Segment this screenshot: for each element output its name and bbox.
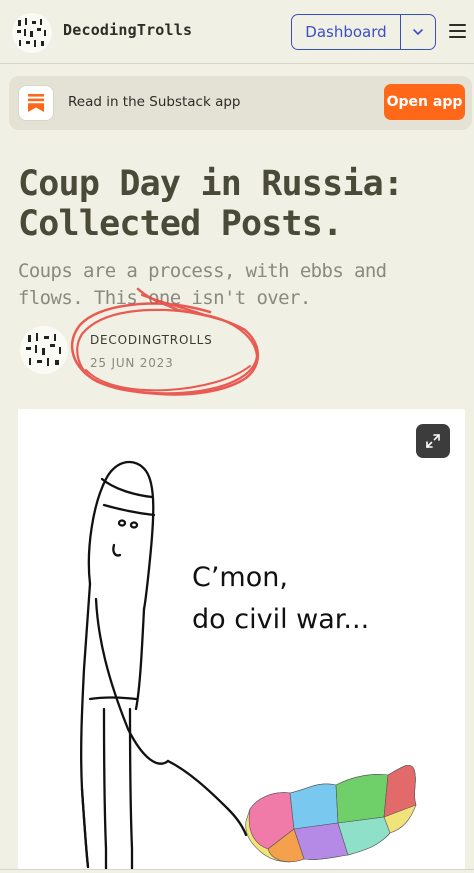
post-image[interactable]: C’mon, do civil war... (18, 409, 465, 869)
publication-logo[interactable] (12, 13, 52, 53)
meme-caption: C’mon, do civil war... (192, 557, 369, 641)
scribble-pattern-logo-icon (17, 18, 46, 47)
hamburger-menu-button[interactable] (447, 20, 469, 44)
substack-bookmark-icon (28, 94, 44, 112)
dashboard-button-group: Dashboard (291, 14, 436, 50)
scribble-pattern-avatar-icon (26, 333, 61, 366)
post-subtitle: Coups are a process, with ebbs and flows… (18, 260, 387, 309)
substack-app-icon (18, 85, 54, 121)
substack-app-banner: Read in the Substack app Open app (9, 76, 472, 130)
publication-name[interactable]: DecodingTrolls (63, 21, 192, 39)
top-header: DecodingTrolls Dashboard (0, 0, 474, 64)
dashboard-dropdown-button[interactable] (400, 15, 435, 49)
author-name-link[interactable]: DECODINGTROLLS (90, 333, 213, 347)
hamburger-menu-icon (449, 24, 466, 26)
hamburger-bar (449, 30, 466, 32)
post-date: 25 JUN 2023 (90, 356, 174, 370)
post-title: Coup Day in Russia: Collected Posts. (18, 164, 404, 244)
expand-image-button[interactable] (416, 424, 450, 458)
meme-caption-line2: do civil war... (192, 604, 370, 635)
expand-icon (426, 434, 440, 448)
author-avatar[interactable] (20, 326, 68, 374)
bottom-divider (0, 869, 474, 870)
banner-text: Read in the Substack app (68, 94, 241, 110)
hamburger-bar (449, 36, 466, 38)
dashboard-button[interactable]: Dashboard (292, 15, 400, 49)
meme-caption-line1: C’mon, (192, 562, 288, 593)
open-app-button[interactable]: Open app (384, 84, 465, 120)
chevron-down-icon (413, 29, 423, 36)
